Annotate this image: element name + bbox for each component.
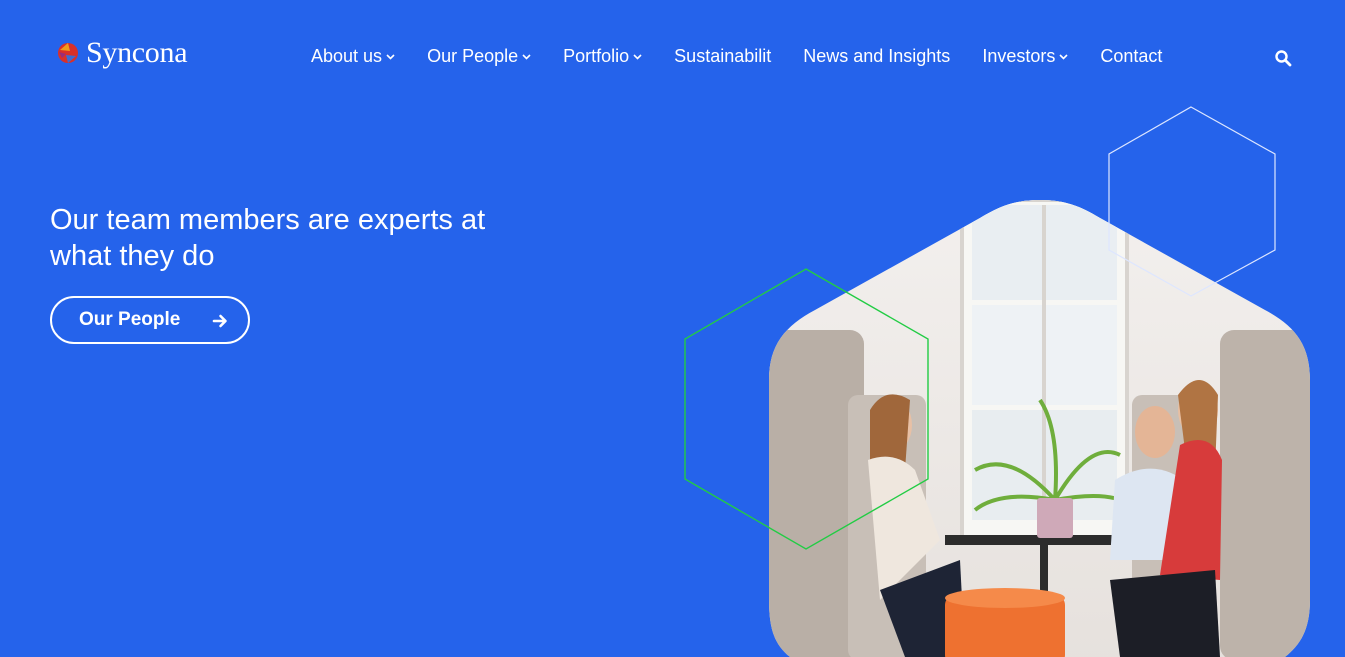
nav-item-news-and-insights[interactable]: News and Insights [803,46,950,67]
cta-label: Our People [79,309,181,330]
brand-logo[interactable]: Syncona [56,36,188,69]
nav-item-label: Contact [1100,46,1163,66]
green-hexagon-outline [684,268,929,550]
hero-title: Our team members are experts at what the… [50,204,486,272]
nav-item-label: Portfolio [563,46,630,66]
chevron-down-icon [1059,53,1068,60]
white-hexagon-outline [1108,106,1276,297]
nav-item-label: Our People [427,46,519,66]
arrow-right-icon [212,314,227,328]
site-header: Syncona About us Our People Portfolio Su… [0,0,1345,115]
nav-item-label: Sustainabilit [674,46,772,66]
brand-name: Syncona [86,36,188,69]
office-meeting-photo [769,200,1310,657]
our-people-button[interactable]: Our People [50,296,250,344]
chevron-down-icon [633,53,642,60]
nav-item-sustainability[interactable]: Sustainabilit [674,46,771,67]
nav-item-portfolio[interactable]: Portfolio [563,46,642,67]
nav-item-label: News and Insights [803,46,951,66]
chevron-down-icon [522,53,531,60]
nav-item-about-us[interactable]: About us [311,46,395,67]
main-nav: About us Our People Portfolio Sustainabi… [311,46,1162,67]
search-icon[interactable] [1274,49,1292,67]
nav-item-label: Investors [982,46,1056,66]
chevron-down-icon [386,53,395,60]
nav-item-label: About us [311,46,383,66]
nav-item-investors[interactable]: Investors [982,46,1068,67]
nav-item-our-people[interactable]: Our People [427,46,531,67]
syncona-logo-icon [58,43,78,63]
nav-item-contact[interactable]: Contact [1100,46,1162,67]
